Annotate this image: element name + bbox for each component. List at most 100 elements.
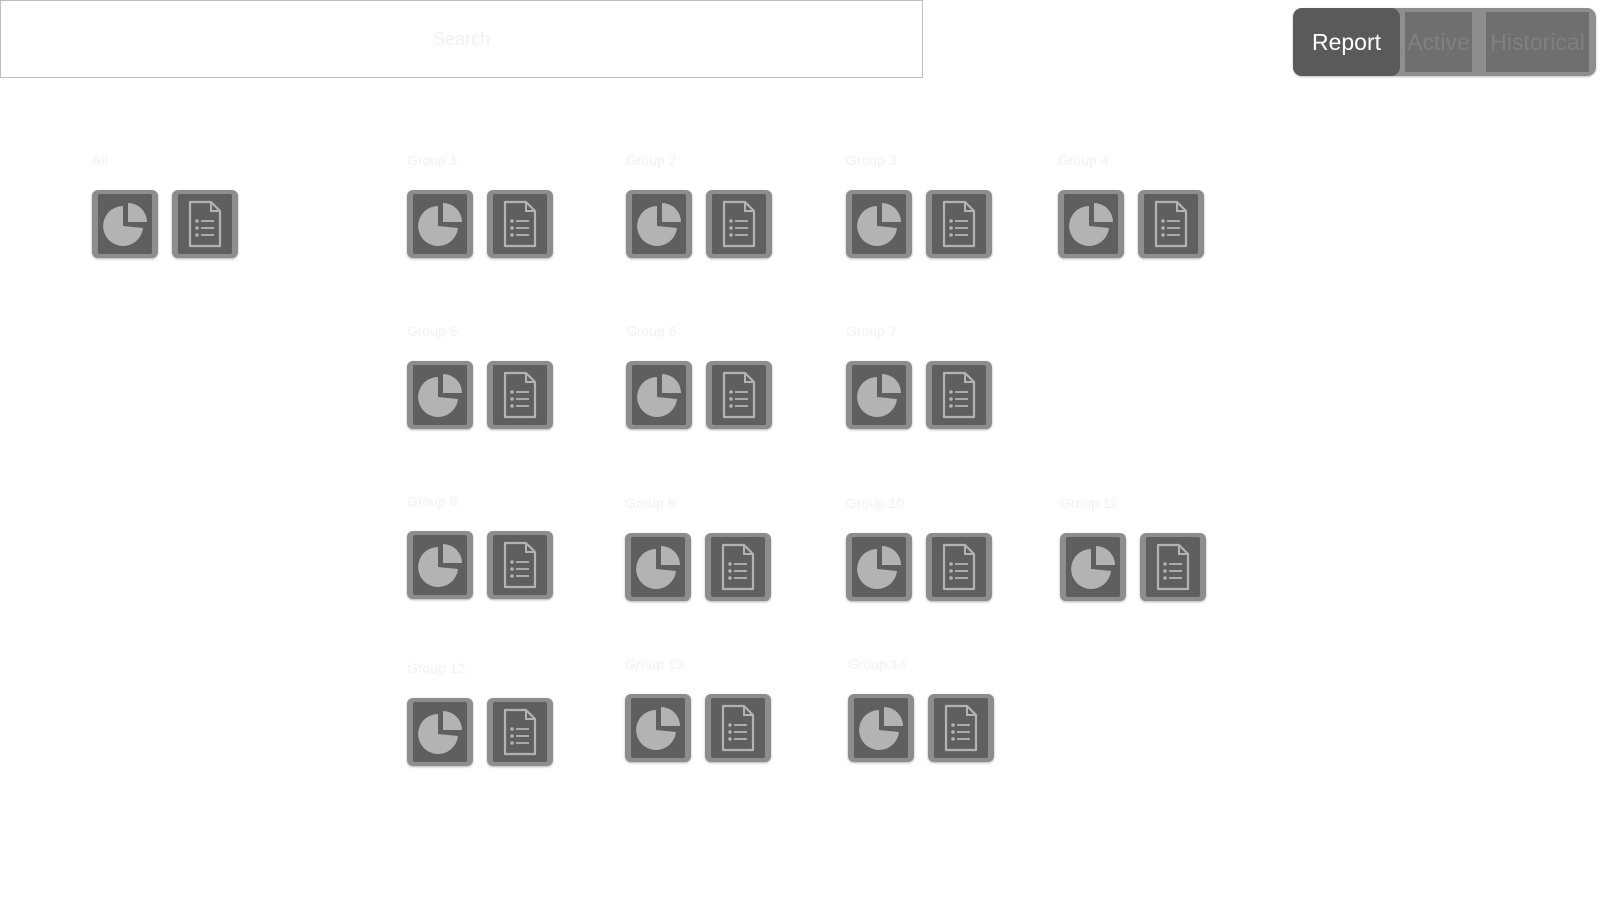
document-list-icon (934, 698, 988, 758)
document-list-glyph (942, 543, 976, 591)
search-input[interactable]: Search (0, 0, 923, 78)
pie-chart-glyph (103, 203, 147, 246)
pie-chart-icon (413, 194, 467, 254)
pie-chart-glyph (418, 203, 462, 246)
list-report-button[interactable] (706, 190, 772, 258)
chart-report-button[interactable] (846, 190, 912, 258)
group-label: Group 3 (846, 152, 897, 168)
group-label: Group 2 (626, 152, 677, 168)
chart-report-button[interactable] (407, 361, 473, 429)
chart-report-button[interactable] (407, 698, 473, 766)
document-list-glyph (503, 541, 537, 589)
pie-chart-glyph (637, 374, 681, 417)
pie-chart-glyph (1069, 203, 1113, 246)
list-report-button[interactable] (487, 361, 553, 429)
document-list-icon (932, 194, 986, 254)
document-list-icon (178, 194, 232, 254)
chart-report-button[interactable] (846, 361, 912, 429)
chart-report-button[interactable] (1058, 190, 1124, 258)
list-report-button[interactable] (172, 190, 238, 258)
document-list-icon (712, 365, 766, 425)
document-list-icon (1146, 537, 1200, 597)
document-list-glyph (942, 371, 976, 419)
list-report-button[interactable] (1140, 533, 1206, 601)
chart-report-button[interactable] (1060, 533, 1126, 601)
chart-report-button[interactable] (407, 531, 473, 599)
list-report-button[interactable] (706, 361, 772, 429)
group-label: Group 14 (848, 656, 907, 672)
pie-chart-glyph (1071, 546, 1115, 589)
document-list-icon (932, 537, 986, 597)
pie-chart-glyph (637, 203, 681, 246)
pie-chart-glyph (636, 546, 680, 589)
list-report-button[interactable] (487, 190, 553, 258)
document-list-glyph (942, 200, 976, 248)
group-label: Group 5 (407, 323, 458, 339)
document-list-glyph (188, 200, 222, 248)
tab-report[interactable]: Report (1293, 8, 1400, 76)
group-label: Group 6 (626, 323, 677, 339)
list-report-button[interactable] (928, 694, 994, 762)
chart-report-button[interactable] (846, 533, 912, 601)
list-report-button[interactable] (705, 694, 771, 762)
pie-chart-icon (1066, 537, 1120, 597)
document-list-glyph (503, 371, 537, 419)
group-label: Group 10 (846, 495, 905, 511)
pie-chart-icon (632, 194, 686, 254)
pie-chart-glyph (857, 374, 901, 417)
list-report-button[interactable] (487, 698, 553, 766)
document-list-icon (493, 365, 547, 425)
pie-chart-glyph (418, 374, 462, 417)
pie-chart-icon (852, 537, 906, 597)
pie-chart-icon (852, 365, 906, 425)
pie-chart-icon (631, 537, 685, 597)
pie-chart-glyph (418, 711, 462, 754)
group-label: Group 12 (407, 660, 466, 676)
group-label: Group 7 (846, 323, 897, 339)
list-report-button[interactable] (705, 533, 771, 601)
report-page: Search Report Active Historical All Group… (0, 0, 1600, 900)
document-list-glyph (721, 543, 755, 591)
chart-report-button[interactable] (625, 533, 691, 601)
chart-report-button[interactable] (407, 190, 473, 258)
document-list-glyph (722, 200, 756, 248)
list-report-button[interactable] (487, 531, 553, 599)
pie-chart-glyph (636, 707, 680, 750)
group-label: Group 1 (407, 152, 458, 168)
list-report-button[interactable] (1138, 190, 1204, 258)
document-list-icon (711, 698, 765, 758)
document-list-glyph (503, 200, 537, 248)
tab-active[interactable]: Active (1405, 12, 1472, 72)
document-list-glyph (1154, 200, 1188, 248)
group-label: Group 13 (625, 656, 684, 672)
list-report-button[interactable] (926, 533, 992, 601)
pie-chart-glyph (418, 544, 462, 587)
chart-report-button[interactable] (625, 694, 691, 762)
chart-report-button[interactable] (626, 190, 692, 258)
pie-chart-icon (413, 702, 467, 762)
list-report-button[interactable] (926, 190, 992, 258)
pie-chart-icon (632, 365, 686, 425)
pie-chart-icon (1064, 194, 1118, 254)
pie-chart-glyph (857, 203, 901, 246)
pie-chart-glyph (857, 546, 901, 589)
document-list-icon (1144, 194, 1198, 254)
document-list-icon (493, 535, 547, 595)
tab-historical[interactable]: Historical (1486, 12, 1589, 72)
document-list-icon (932, 365, 986, 425)
pie-chart-icon (98, 194, 152, 254)
chart-report-button[interactable] (92, 190, 158, 258)
document-list-glyph (503, 708, 537, 756)
document-list-icon (712, 194, 766, 254)
chart-report-button[interactable] (848, 694, 914, 762)
group-label: Group 8 (407, 493, 458, 509)
pie-chart-icon (413, 365, 467, 425)
search-placeholder: Search (432, 29, 491, 49)
document-list-glyph (944, 704, 978, 752)
pie-chart-glyph (859, 707, 903, 750)
chart-report-button[interactable] (626, 361, 692, 429)
document-list-icon (493, 702, 547, 762)
list-report-button[interactable] (926, 361, 992, 429)
pie-chart-icon (631, 698, 685, 758)
group-label: Group 4 (1058, 152, 1109, 168)
